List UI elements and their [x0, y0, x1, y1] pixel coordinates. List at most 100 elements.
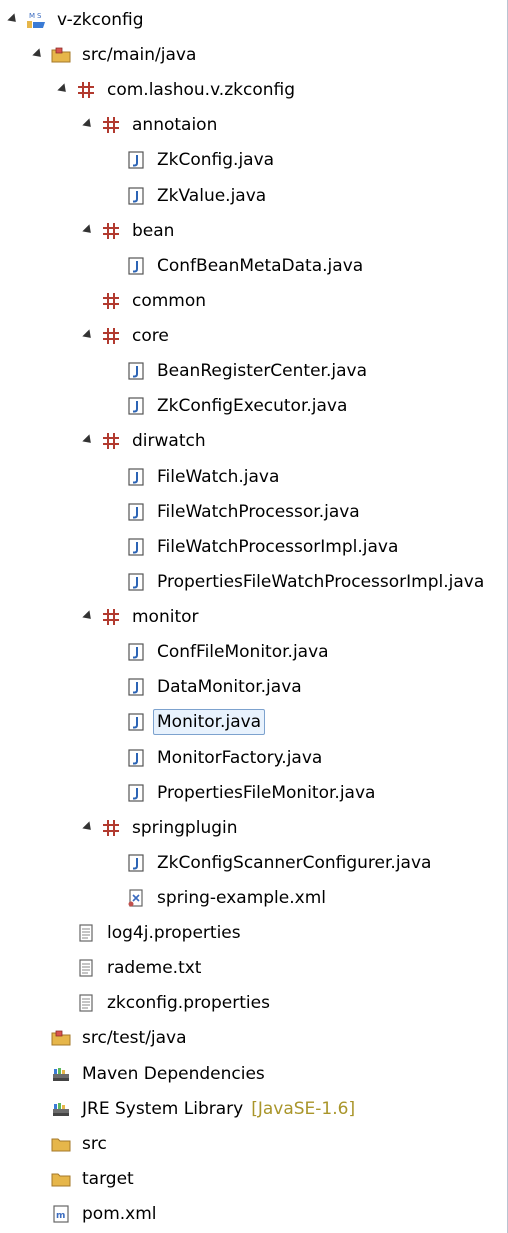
java-file-icon — [126, 853, 146, 873]
expanded-arrow-icon[interactable] — [81, 118, 95, 132]
collapsed-arrow-icon[interactable] — [31, 1031, 45, 1045]
tree-row[interactable]: log4j.properties — [0, 916, 508, 950]
tree-row[interactable]: spring-example.xml — [0, 881, 508, 915]
text-file-icon — [76, 993, 96, 1013]
tree-item-label: BeanRegisterCenter.java — [157, 361, 367, 382]
collapsed-arrow-icon[interactable] — [31, 1067, 45, 1081]
tree-row[interactable]: PropertiesFileMonitor.java — [0, 776, 508, 810]
collapsed-arrow-icon[interactable] — [106, 786, 120, 800]
tree-item-label: PropertiesFileWatchProcessorImpl.java — [157, 571, 485, 592]
tree-row[interactable]: M Sv-zkconfig — [0, 3, 508, 37]
tree-row[interactable]: common — [0, 284, 508, 318]
tree-row[interactable]: m pom.xml — [0, 1197, 508, 1231]
source-folder-icon — [51, 45, 71, 65]
collapsed-arrow-icon[interactable] — [31, 1137, 45, 1151]
text-file-icon — [76, 958, 96, 978]
tree-row[interactable]: ZkConfigScannerConfigurer.java — [0, 846, 508, 880]
tree-item-label: src — [82, 1133, 107, 1154]
tree-row[interactable]: target — [0, 1162, 508, 1196]
tree-item-label: springplugin — [132, 817, 238, 838]
collapsed-arrow-icon[interactable] — [106, 505, 120, 519]
collapsed-arrow-icon[interactable] — [106, 189, 120, 203]
tree-row[interactable]: springplugin — [0, 811, 508, 845]
tree-row[interactable]: MonitorFactory.java — [0, 741, 508, 775]
project-explorer-tree: M Sv-zkconfig src/main/java com.lashou.v.zk… — [0, 0, 508, 1233]
tree-item-label: Monitor.java — [153, 709, 266, 736]
tree-item-label: src/test/java — [82, 1028, 187, 1049]
tree-row[interactable]: zkconfig.properties — [0, 986, 508, 1020]
java-file-icon — [126, 186, 146, 206]
tree-row[interactable]: Maven Dependencies — [0, 1057, 508, 1091]
package-icon — [101, 326, 121, 346]
tree-item-label: core — [132, 326, 169, 347]
tree-row[interactable]: dirwatch — [0, 424, 508, 458]
java-file-icon — [126, 396, 146, 416]
java-file-icon — [126, 502, 146, 522]
tree-item-label: spring-example.xml — [157, 888, 326, 908]
expanded-arrow-icon[interactable] — [6, 13, 20, 27]
tree-row[interactable]: JRE System Library [JavaSE-1.6] — [0, 1092, 508, 1126]
package-icon — [101, 291, 121, 311]
collapsed-arrow-icon[interactable] — [106, 470, 120, 484]
tree-row[interactable]: FileWatchProcessor.java — [0, 495, 508, 529]
tree-row[interactable]: ConfFileMonitor.java — [0, 635, 508, 669]
tree-row[interactable]: src — [0, 1127, 508, 1161]
tree-row[interactable]: ZkValue.java — [0, 179, 508, 213]
tree-row[interactable]: FileWatchProcessorImpl.java — [0, 530, 508, 564]
tree-row[interactable]: BeanRegisterCenter.java — [0, 354, 508, 388]
tree-item-label: monitor — [132, 607, 199, 628]
java-file-icon — [126, 712, 146, 732]
tree-row[interactable]: ConfBeanMetaData.java — [0, 249, 508, 283]
java-file-icon — [126, 150, 146, 170]
collapsed-arrow-icon[interactable] — [106, 715, 120, 729]
expanded-arrow-icon[interactable] — [31, 48, 45, 62]
tree-item-label: ZkConfig.java — [157, 150, 275, 171]
svg-text:M: M — [29, 12, 35, 20]
package-icon — [101, 115, 121, 135]
collapsed-arrow-icon[interactable] — [81, 294, 95, 308]
tree-row[interactable]: core — [0, 319, 508, 353]
collapsed-arrow-icon[interactable] — [106, 259, 120, 273]
tree-item-label: Maven Dependencies — [82, 1063, 265, 1084]
tree-row[interactable]: ZkConfig.java — [0, 143, 508, 177]
collapsed-arrow-icon[interactable] — [106, 751, 120, 765]
tree-row[interactable]: FileWatch.java — [0, 460, 508, 494]
expanded-arrow-icon[interactable] — [81, 434, 95, 448]
collapsed-arrow-icon[interactable] — [31, 1172, 45, 1186]
collapsed-arrow-icon[interactable] — [106, 399, 120, 413]
folder-icon — [51, 1134, 71, 1154]
collapsed-arrow-icon[interactable] — [106, 364, 120, 378]
tree-row[interactable]: PropertiesFileWatchProcessorImpl.java — [0, 565, 508, 599]
collapsed-arrow-icon[interactable] — [106, 645, 120, 659]
tree-item-label: FileWatchProcessor.java — [157, 501, 360, 522]
tree-item-label: ZkConfigExecutor.java — [157, 396, 348, 417]
maven-pom-icon: m — [51, 1204, 71, 1224]
source-folder-icon — [51, 1028, 71, 1048]
expanded-arrow-icon[interactable] — [81, 329, 95, 343]
tree-row[interactable]: com.lashou.v.zkconfig — [0, 73, 508, 107]
package-icon — [101, 607, 121, 627]
tree-row[interactable]: rademe.txt — [0, 951, 508, 985]
expanded-arrow-icon[interactable] — [81, 224, 95, 238]
tree-row[interactable]: src/test/java — [0, 1021, 508, 1055]
tree-row[interactable]: Monitor.java — [0, 705, 508, 739]
tree-row[interactable]: monitor — [0, 600, 508, 634]
tree-item-label: v-zkconfig — [57, 10, 144, 30]
collapsed-arrow-icon[interactable] — [31, 1102, 45, 1116]
collapsed-arrow-icon[interactable] — [106, 153, 120, 167]
expanded-arrow-icon[interactable] — [56, 83, 70, 97]
collapsed-arrow-icon[interactable] — [106, 540, 120, 554]
expanded-arrow-icon[interactable] — [81, 821, 95, 835]
collapsed-arrow-icon[interactable] — [106, 856, 120, 870]
tree-row[interactable]: DataMonitor.java — [0, 670, 508, 704]
tree-item-label: annotaion — [132, 115, 218, 136]
text-file-icon — [76, 923, 96, 943]
tree-row[interactable]: bean — [0, 214, 508, 248]
expanded-arrow-icon[interactable] — [81, 610, 95, 624]
collapsed-arrow-icon[interactable] — [106, 680, 120, 694]
tree-row[interactable]: ZkConfigExecutor.java — [0, 389, 508, 423]
collapsed-arrow-icon[interactable] — [106, 575, 120, 589]
tree-row[interactable]: annotaion — [0, 108, 508, 142]
tree-row[interactable]: src/main/java — [0, 38, 508, 72]
java-file-icon — [126, 467, 146, 487]
